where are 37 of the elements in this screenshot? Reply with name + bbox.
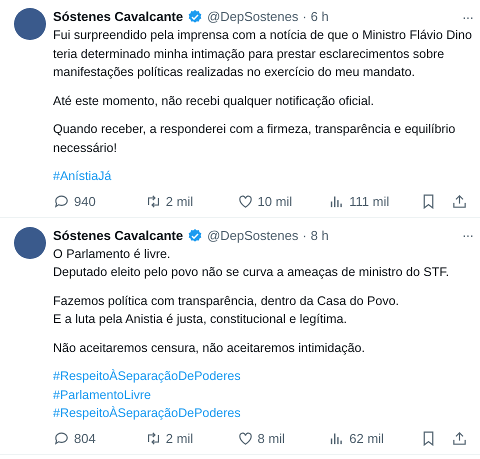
repost-button[interactable]: 2 mil bbox=[144, 428, 236, 448]
views-button[interactable]: 111 mil bbox=[328, 192, 420, 212]
author-name[interactable]: Sóstenes Cavalcante bbox=[53, 226, 184, 246]
post-text: Não aceitaremos censura, não aceitaremos intimidação. bbox=[53, 340, 366, 357]
post-text: teria determinado minha intimação para prestar esclarecimentos sobre bbox=[53, 46, 446, 63]
post-text: O Parlamento é livre. bbox=[53, 246, 172, 262]
reply-button[interactable]: 804 bbox=[53, 428, 145, 448]
reply-icon bbox=[53, 193, 70, 210]
share-icon[interactable] bbox=[451, 430, 468, 447]
post-time[interactable]: 8 h bbox=[310, 226, 329, 246]
share-icon[interactable] bbox=[451, 193, 468, 210]
post-text: manifestações políticas realizadas no exercício do meu mandato. bbox=[53, 64, 416, 81]
heart-icon bbox=[236, 430, 254, 447]
author-handle[interactable]: @DepSostenes bbox=[207, 7, 298, 27]
post-time[interactable]: 6 h bbox=[310, 7, 329, 27]
like-button[interactable]: 8 mil bbox=[236, 428, 328, 448]
separator-dot: · bbox=[302, 226, 307, 245]
avatar-circle[interactable] bbox=[14, 8, 46, 40]
author-name[interactable]: Sóstenes Cavalcante bbox=[53, 7, 184, 27]
repost-button[interactable]: 2 mil bbox=[144, 192, 236, 212]
heart-icon bbox=[236, 193, 254, 210]
more-options-button[interactable]: ··· bbox=[461, 6, 474, 28]
post-text: Fui surpreendido pela imprensa com a notícia de que o Ministro Flávio Dino bbox=[53, 27, 473, 44]
like-button[interactable]: 10 mil bbox=[236, 192, 328, 212]
separator-dot: · bbox=[302, 8, 307, 26]
post-text: necessário! bbox=[53, 140, 118, 156]
avatar-circle[interactable] bbox=[14, 226, 46, 258]
author-handle[interactable]: @DepSostenes bbox=[207, 226, 298, 246]
post-text: Quando receber, a responderei com a firmeza, transparência e equilíbrio bbox=[53, 121, 456, 138]
more-options-button[interactable]: ··· bbox=[461, 224, 474, 247]
post-text: Até este momento, não recebi qualquer notificação oficial. bbox=[53, 92, 376, 110]
reply-icon bbox=[53, 430, 70, 447]
views-button[interactable]: 62 mil bbox=[328, 428, 420, 448]
post-text: Deputado eleito pelo povo não se curva a ameaças de ministro do STF. bbox=[53, 264, 450, 281]
post-text: Fazemos política com transparência, dentro da Casa do Povo. bbox=[53, 292, 400, 310]
post-text: E a luta pela Anistia é justa, constitucional e legítima. bbox=[53, 311, 348, 328]
reply-button[interactable]: 940 bbox=[53, 192, 145, 212]
